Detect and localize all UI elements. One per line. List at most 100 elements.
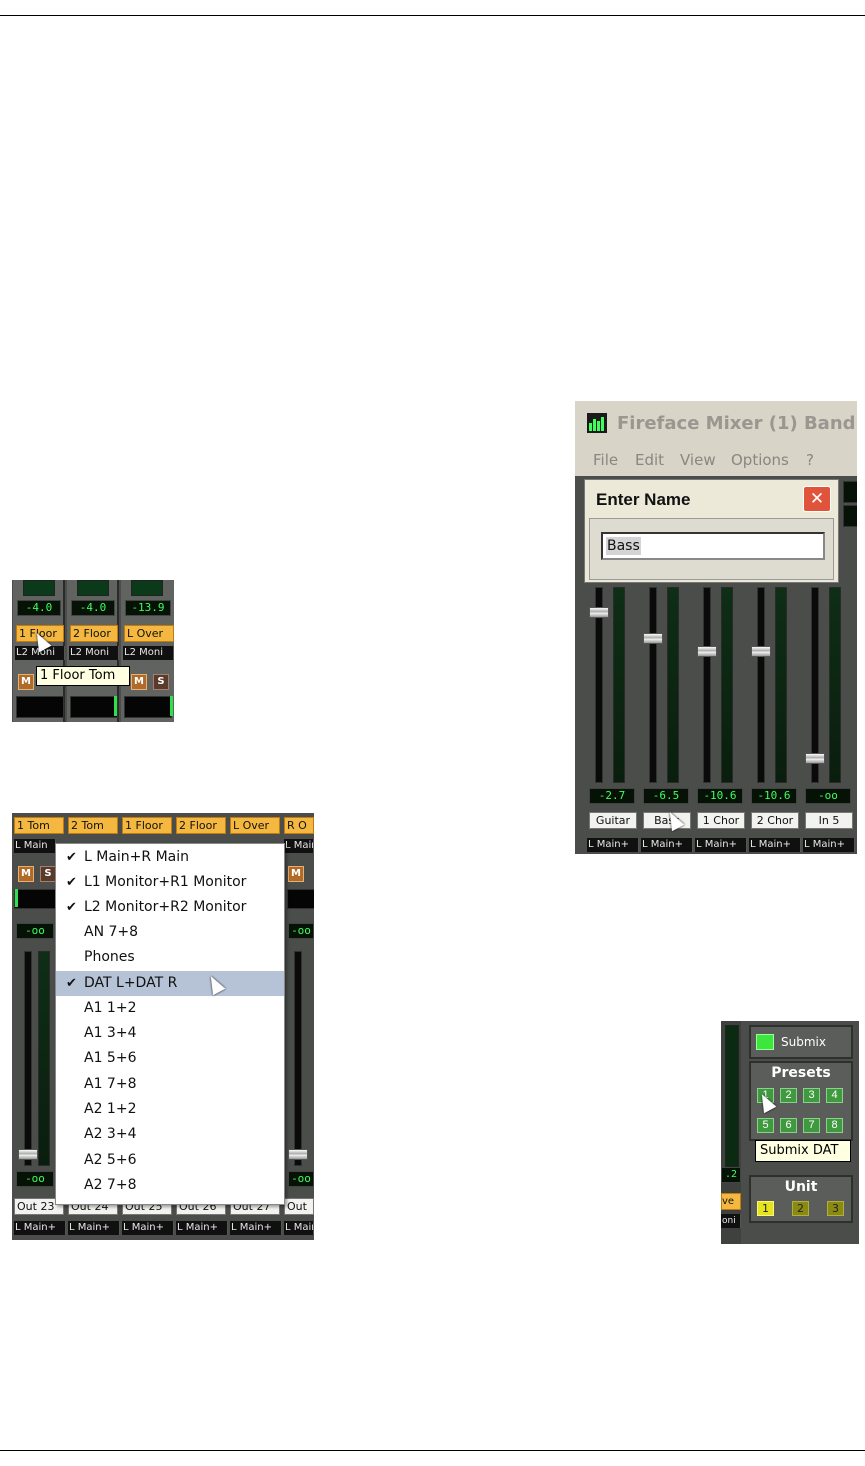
- routing-label[interactable]: L2 Moni: [69, 646, 119, 660]
- name-input[interactable]: Bass: [601, 532, 825, 560]
- solo-button[interactable]: S: [153, 674, 169, 690]
- fader-knob[interactable]: [751, 646, 771, 657]
- channel-name[interactable]: Guitar: [589, 812, 637, 829]
- check-icon: ✔: [66, 875, 77, 890]
- menu-view[interactable]: View: [680, 451, 716, 469]
- tooltip: 1 Floor Tom: [36, 666, 130, 686]
- channel-name[interactable]: 2 Floor: [176, 817, 226, 834]
- routing-label[interactable]: L Main+: [284, 1221, 314, 1235]
- fader-track: [24, 951, 32, 1166]
- preset-button-8[interactable]: 8: [826, 1118, 843, 1133]
- check-icon: ✔: [66, 850, 77, 865]
- menu-item[interactable]: ✔ L Main+R Main: [56, 845, 284, 870]
- routing-label[interactable]: L Main+: [749, 838, 801, 852]
- channel-name[interactable]: In 5: [805, 812, 853, 829]
- screenshot-mixer-window: Fireface Mixer (1) Band Se File Edit Vie…: [575, 401, 857, 854]
- preset-button-5[interactable]: 5: [757, 1118, 774, 1133]
- channel-name[interactable]: Out: [284, 1198, 314, 1215]
- solo-button[interactable]: S: [40, 866, 56, 882]
- menu-item[interactable]: Phones: [56, 945, 284, 970]
- fader-knob[interactable]: [697, 646, 717, 657]
- app-icon: [587, 413, 607, 433]
- preset-button-6[interactable]: 6: [780, 1118, 797, 1133]
- level-readout: -13.9: [125, 600, 171, 616]
- channel-strip: -10.6 1 Chor L Main+: [695, 587, 747, 854]
- menu-item[interactable]: AN 7+8: [56, 920, 284, 945]
- channel-name[interactable]: R O: [284, 817, 314, 834]
- menu-help[interactable]: ?: [806, 451, 814, 469]
- routing-label[interactable]: L Main+: [176, 1221, 228, 1235]
- preset-button-2[interactable]: 2: [780, 1088, 797, 1103]
- menu-item[interactable]: A2 5+6: [56, 1148, 284, 1173]
- dialog-title: Enter Name: [596, 490, 691, 509]
- level-meter: [667, 587, 679, 783]
- routing-label[interactable]: L2 Moni: [123, 646, 174, 660]
- menu-item[interactable]: A1 5+6: [56, 1046, 284, 1071]
- close-icon[interactable]: ✕: [803, 486, 831, 512]
- routing-label[interactable]: L Main+: [587, 838, 639, 852]
- fader-track: [649, 587, 657, 783]
- mute-button[interactable]: M: [18, 674, 34, 690]
- menu-options[interactable]: Options: [731, 451, 789, 469]
- routing-label[interactable]: L Main+: [803, 838, 855, 852]
- unit-button-1[interactable]: 1: [757, 1201, 774, 1216]
- mute-button[interactable]: M: [288, 866, 304, 882]
- routing-label[interactable]: L Main+: [68, 1221, 120, 1235]
- unit-panel: Unit 1 2 3: [749, 1175, 853, 1223]
- channel-strip: -13.9 L Over L2 Moni M S: [121, 580, 174, 722]
- channel-name[interactable]: 2 Floor: [70, 625, 118, 642]
- routing-label[interactable]: L Main: [14, 839, 56, 853]
- channel-name[interactable]: L Over: [230, 817, 280, 834]
- check-icon: ✔: [66, 900, 77, 915]
- level-readout: -oo: [288, 1171, 314, 1187]
- menu-item[interactable]: ✔ L1 Monitor+R1 Monitor: [56, 870, 284, 895]
- channel-name[interactable]: 2 Chor: [751, 812, 799, 829]
- menu-item[interactable]: A1 1+2: [56, 996, 284, 1021]
- preset-button-7[interactable]: 7: [803, 1118, 820, 1133]
- fader-knob[interactable]: [643, 633, 663, 644]
- menu-item[interactable]: A2 1+2: [56, 1097, 284, 1122]
- routing-menu: ✔ L Main+R Main ✔ L1 Monitor+R1 Monitor ✔ L…: [55, 843, 285, 1205]
- unit-title: Unit: [784, 1179, 818, 1195]
- level-readout: -oo: [16, 1171, 54, 1187]
- mute-button[interactable]: M: [18, 866, 34, 882]
- routing-label[interactable]: L Main+: [641, 838, 693, 852]
- submix-label: Submix: [781, 1035, 826, 1049]
- level-meter: [38, 951, 50, 1166]
- preset-button-4[interactable]: 4: [826, 1088, 843, 1103]
- menu-file[interactable]: File: [593, 451, 618, 469]
- menu-item-selected[interactable]: ✔ DAT L+DAT R: [56, 971, 284, 996]
- channel-name[interactable]: 2 Tom: [68, 817, 118, 834]
- fader-knob[interactable]: [288, 1149, 308, 1160]
- menu-item[interactable]: ✔ L2 Monitor+R2 Monitor: [56, 895, 284, 920]
- mute-button[interactable]: M: [131, 674, 147, 690]
- routing-label[interactable]: L Main+: [122, 1221, 174, 1235]
- menu-edit[interactable]: Edit: [635, 451, 664, 469]
- channel-name[interactable]: L Over: [124, 625, 174, 642]
- level-readout: -10.6: [697, 788, 743, 804]
- preset-button-3[interactable]: 3: [803, 1088, 820, 1103]
- enter-name-dialog: Enter Name ✕ Bass: [584, 479, 839, 583]
- channel-name[interactable]: 1 Floor: [122, 817, 172, 834]
- routing-label[interactable]: oni: [721, 1214, 741, 1228]
- routing-label[interactable]: L Main+: [230, 1221, 282, 1235]
- menu-item[interactable]: A2 7+8: [56, 1173, 284, 1198]
- fader-knob[interactable]: [589, 607, 609, 618]
- channel-name[interactable]: 1 Tom: [14, 817, 64, 834]
- fader-knob[interactable]: [805, 753, 825, 764]
- level-readout: -6.5: [643, 788, 689, 804]
- channel-name[interactable]: 1 Chor: [697, 812, 745, 829]
- routing-label[interactable]: L Main+: [14, 1221, 66, 1235]
- screenshot-presets: .2 ve oni Submix Presets 1 2 3 4 5 6 7 8…: [721, 1021, 859, 1244]
- unit-button-2[interactable]: 2: [792, 1201, 809, 1216]
- routing-label[interactable]: L Main+: [695, 838, 747, 852]
- level-readout: -oo: [805, 788, 851, 804]
- submix-led-button[interactable]: [756, 1034, 774, 1050]
- channel-name[interactable]: ve: [721, 1193, 741, 1210]
- fader-knob[interactable]: [18, 1149, 38, 1160]
- menu-item[interactable]: A1 3+4: [56, 1021, 284, 1046]
- menu-item[interactable]: A1 7+8: [56, 1072, 284, 1097]
- unit-button-3[interactable]: 3: [827, 1201, 844, 1216]
- routing-label[interactable]: L Main: [284, 839, 314, 853]
- menu-item[interactable]: A2 3+4: [56, 1122, 284, 1147]
